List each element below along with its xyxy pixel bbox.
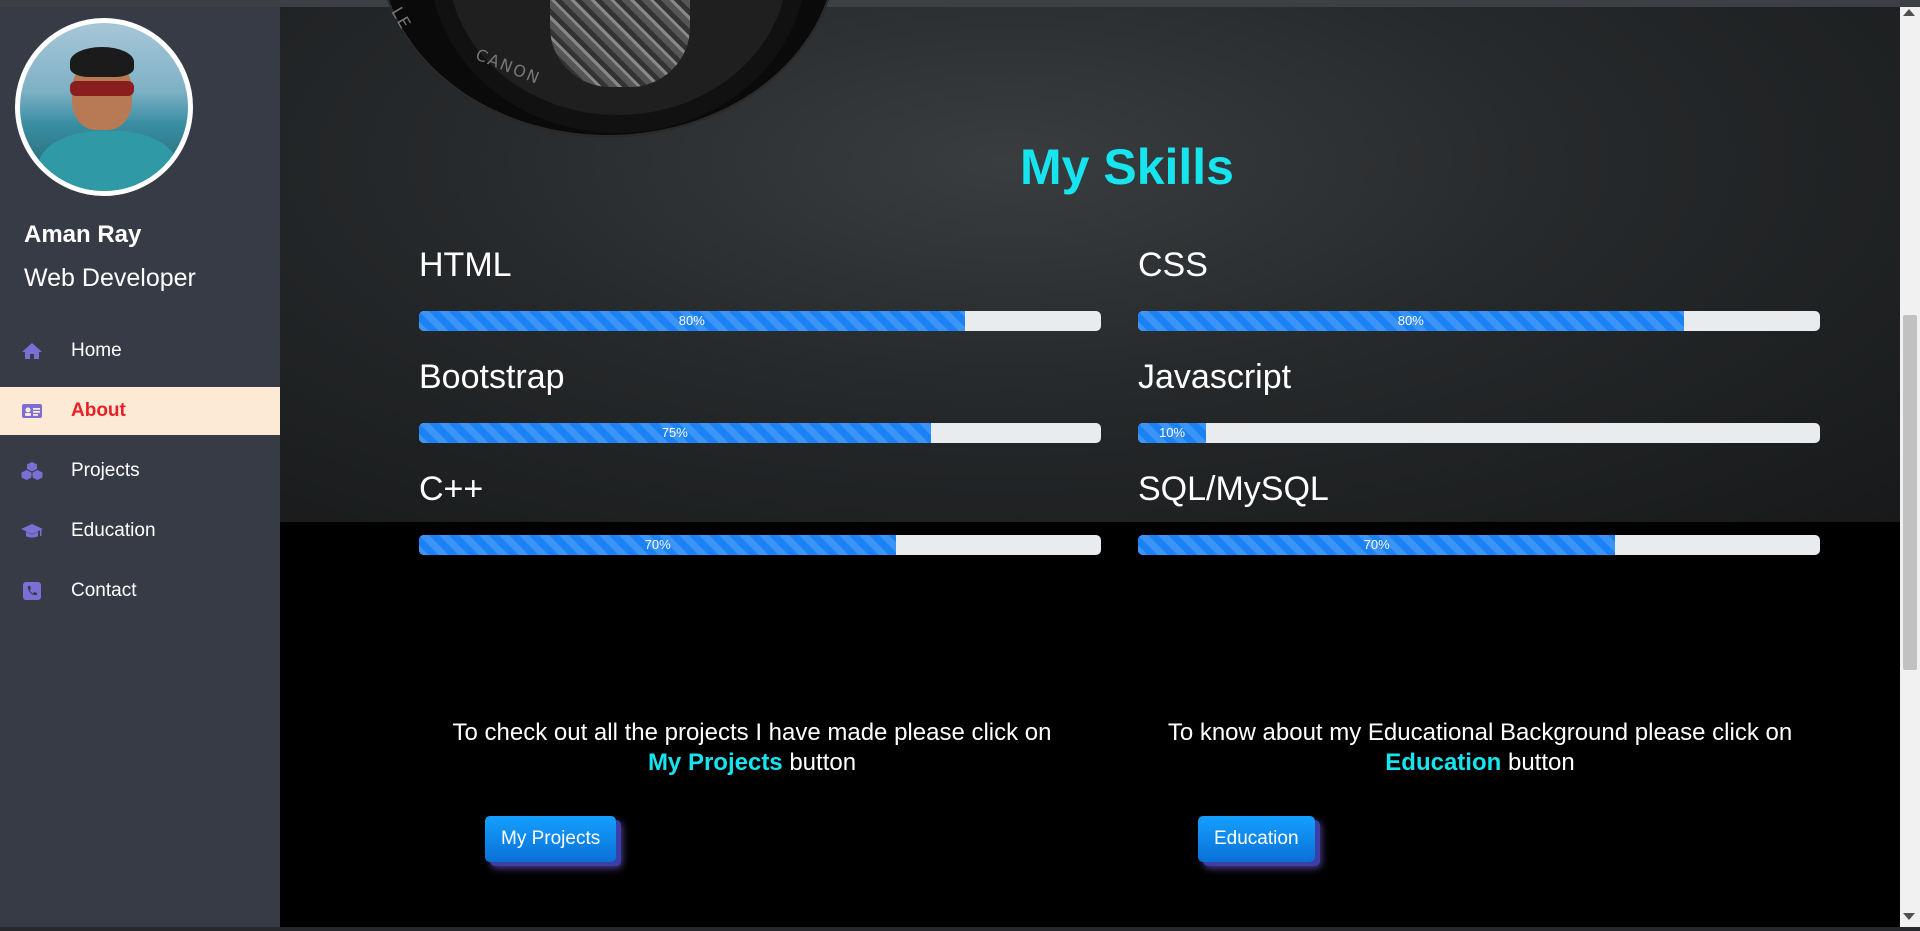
- graduation-cap-icon: [21, 524, 43, 538]
- sidebar-item-projects[interactable]: Projects: [0, 447, 280, 495]
- skill-progress-bar: 80%: [419, 311, 1101, 331]
- id-card-icon: [22, 404, 42, 418]
- scrollbar-thumb[interactable]: [1903, 315, 1917, 670]
- scroll-up-arrow-icon[interactable]: [1903, 9, 1915, 16]
- skill-progress-bar: 70%: [419, 535, 1101, 555]
- skill-cpp: C++ 70%: [419, 467, 1101, 555]
- skill-progress-fill: 80%: [419, 311, 965, 331]
- cta-suffix: button: [789, 749, 857, 776]
- skill-name: Javascript: [1138, 358, 1292, 396]
- education-button[interactable]: Education: [1198, 816, 1315, 862]
- sidebar-item-label: Education: [71, 520, 156, 541]
- window-top-strip: [0, 0, 1920, 7]
- skill-progress-fill: 70%: [1138, 535, 1616, 555]
- profile-role: Web Developer: [24, 264, 196, 292]
- skill-progress-fill: 80%: [1138, 311, 1684, 331]
- skill-progress-bar: 80%: [1138, 311, 1820, 331]
- avatar: [15, 18, 193, 196]
- sidebar-item-contact[interactable]: Contact: [0, 567, 280, 615]
- cta-suffix: button: [1507, 749, 1575, 776]
- cta-highlight: Education: [1385, 749, 1502, 776]
- skill-sql: SQL/MySQL 70%: [1138, 467, 1820, 555]
- cta-sentence: To know about my Educational Background …: [1167, 719, 1793, 746]
- skill-progress-fill: 10%: [1138, 423, 1207, 443]
- skill-progress-bar: 70%: [1138, 535, 1820, 555]
- skill-progress-fill: 70%: [419, 535, 897, 555]
- skill-progress-bar: 10%: [1138, 423, 1820, 443]
- cubes-icon: [21, 462, 43, 480]
- skill-bootstrap: Bootstrap 75%: [419, 355, 1101, 443]
- my-projects-button[interactable]: My Projects: [485, 816, 617, 862]
- skill-progress-fill: 75%: [419, 423, 931, 443]
- sidebar-nav: Home About Projects Education Contact: [0, 327, 280, 627]
- skill-progress-bar: 75%: [419, 423, 1101, 443]
- section-title: My Skills: [1020, 139, 1234, 195]
- sidebar-item-label: About: [71, 400, 126, 421]
- phone-icon: [23, 582, 41, 600]
- skill-javascript: Javascript 10%: [1138, 355, 1820, 443]
- cta-sentence: To check out all the projects I have mad…: [452, 719, 1052, 746]
- home-icon: [22, 343, 42, 359]
- skill-name: CSS: [1138, 246, 1208, 284]
- skill-name: SQL/MySQL: [1138, 470, 1329, 508]
- sidebar-item-about[interactable]: About: [0, 387, 280, 435]
- sidebar: Aman Ray Web Developer Home About Projec…: [0, 7, 280, 927]
- cta-highlight: My Projects: [647, 749, 783, 776]
- window-bottom-strip: [0, 927, 1920, 931]
- sidebar-item-home[interactable]: Home: [0, 327, 280, 375]
- skill-css: CSS 80%: [1138, 243, 1820, 331]
- skill-html: HTML 80%: [419, 243, 1101, 331]
- sidebar-item-label: Contact: [71, 580, 137, 601]
- profile-name: Aman Ray: [24, 221, 142, 248]
- sidebar-item-education[interactable]: Education: [0, 507, 280, 555]
- skill-name: Bootstrap: [419, 358, 565, 396]
- skill-name: HTML: [419, 246, 512, 284]
- skill-name: C++: [419, 470, 484, 508]
- sidebar-item-label: Home: [71, 340, 122, 361]
- projects-cta-text: To check out all the projects I have mad…: [392, 718, 1112, 778]
- scroll-down-arrow-icon[interactable]: [1903, 913, 1915, 920]
- education-cta-text: To know about my Educational Background …: [1120, 718, 1840, 778]
- sidebar-item-label: Projects: [71, 460, 140, 481]
